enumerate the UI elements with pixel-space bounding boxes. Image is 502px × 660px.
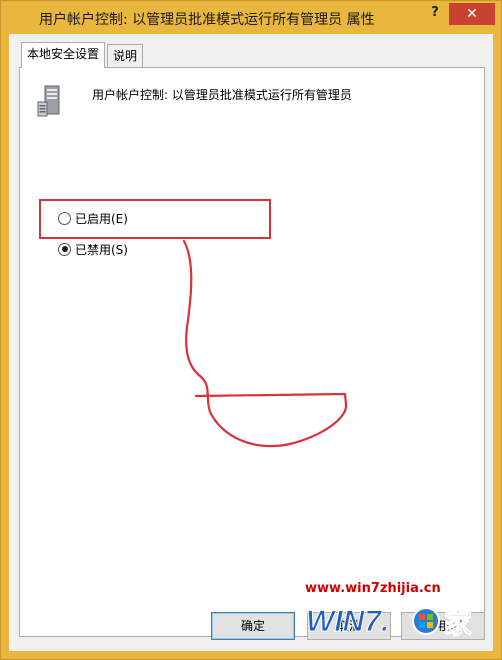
annotation-scribble bbox=[182, 239, 348, 448]
svg-text:家: 家 bbox=[444, 607, 472, 640]
tab-local-security-setting[interactable]: 本地安全设置 bbox=[21, 42, 106, 68]
watermark-logo: WIN7. 家 bbox=[306, 605, 473, 641]
watermark-url: www.win7zhijia.cn bbox=[305, 581, 441, 596]
svg-text:WIN7.: WIN7. bbox=[306, 605, 389, 638]
